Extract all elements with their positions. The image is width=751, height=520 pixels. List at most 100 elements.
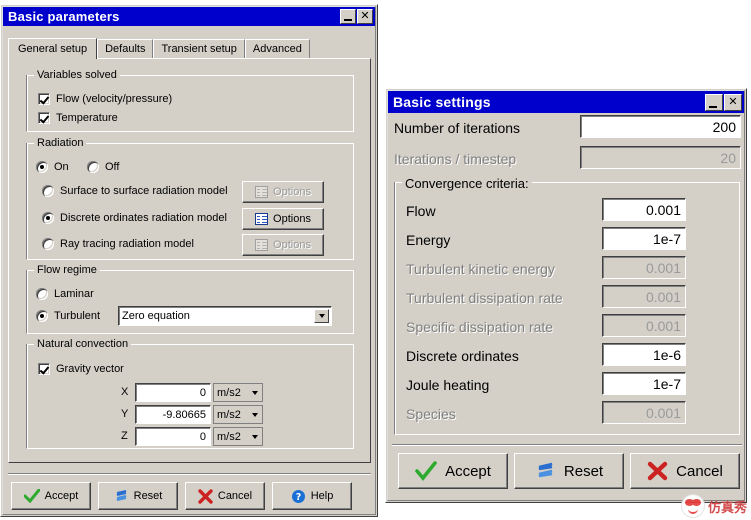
gravity-z-axis-label: Z xyxy=(121,430,128,442)
options-list-icon xyxy=(255,239,269,251)
checkbox-flow-box[interactable] xyxy=(38,93,50,105)
convergence-energy-value: 1e-7 xyxy=(652,230,681,247)
tab-defaults[interactable]: Defaults xyxy=(97,39,154,58)
iterations-per-timestep-label: Iterations / timestep xyxy=(394,151,517,167)
options-list-icon xyxy=(255,186,269,198)
accept-button[interactable]: Accept xyxy=(398,453,508,489)
turbulence-model-combobox[interactable]: Zero equation xyxy=(118,306,332,326)
window-controls: ✕ xyxy=(340,9,375,24)
number-of-iterations-input[interactable]: 200 xyxy=(580,115,741,138)
help-button[interactable]: ? Help xyxy=(272,482,352,510)
radio-radiation-on[interactable]: On xyxy=(36,161,69,173)
radio-laminar-dot[interactable] xyxy=(36,288,48,300)
radio-discrete-ordinates-model[interactable]: Discrete ordinates radiation model xyxy=(42,212,227,224)
radio-radiation-off[interactable]: Off xyxy=(87,161,119,173)
convergence-discrete-ordinates-label: Discrete ordinates xyxy=(406,348,519,364)
radio-ray-tracing-label: Ray tracing radiation model xyxy=(60,238,194,250)
radio-laminar[interactable]: Laminar xyxy=(36,288,94,300)
radio-surface-to-surface-model[interactable]: Surface to surface radiation model xyxy=(42,185,228,197)
checkbox-gravity-vector-label: Gravity vector xyxy=(56,363,124,375)
radio-turbulent[interactable]: Turbulent xyxy=(36,310,100,322)
minimize-icon xyxy=(344,19,352,21)
convergence-flow-input[interactable]: 0.001 xyxy=(602,198,686,221)
radio-radiation-off-dot[interactable] xyxy=(87,161,99,173)
number-of-iterations-value: 200 xyxy=(712,118,736,135)
tabstrip: General setup Defaults Transient setup A… xyxy=(8,38,310,59)
chevron-down-icon[interactable] xyxy=(249,386,261,399)
minimize-button[interactable] xyxy=(340,9,356,24)
radio-turbulent-dot[interactable] xyxy=(36,310,48,322)
chevron-down-icon[interactable] xyxy=(314,309,329,323)
radio-discrete-ordinates-label: Discrete ordinates radiation model xyxy=(60,212,227,224)
group-radiation-title: Radiation xyxy=(34,137,87,149)
convergence-specific-dissipation-rate-input: 0.001 xyxy=(602,314,686,337)
gravity-z-unit: m/s2 xyxy=(217,430,241,443)
convergence-energy-input[interactable]: 1e-7 xyxy=(602,227,686,250)
reset-button[interactable]: Reset xyxy=(514,453,624,489)
convergence-species-label: Species xyxy=(406,406,456,422)
checkbox-gravity-vector[interactable]: Gravity vector xyxy=(38,363,124,375)
close-button[interactable]: ✕ xyxy=(357,9,373,24)
cancel-button[interactable]: Cancel xyxy=(630,453,740,489)
options-list-icon xyxy=(255,213,269,225)
turbulence-model-value: Zero equation xyxy=(122,310,190,322)
gravity-x-input[interactable]: 0 xyxy=(135,383,211,402)
checkbox-flow[interactable]: Flow (velocity/pressure) xyxy=(38,93,172,105)
convergence-turbulent-dissipation-rate-input: 0.001 xyxy=(602,285,686,308)
group-variables-solved-title: Variables solved xyxy=(34,69,120,81)
blue-refresh-icon xyxy=(116,489,127,501)
gravity-x-unit-combobox[interactable]: m/s2 xyxy=(213,383,263,402)
basic-parameters-titlebar[interactable]: Basic parameters ✕ xyxy=(3,7,375,26)
gravity-x-value: 0 xyxy=(199,386,206,399)
convergence-flow-label: Flow xyxy=(406,203,436,219)
radio-ray-tracing-model[interactable]: Ray tracing radiation model xyxy=(42,238,194,250)
chevron-down-icon[interactable] xyxy=(249,408,261,421)
red-x-icon xyxy=(647,461,668,481)
convergence-turbulent-dissipation-rate-value: 0.001 xyxy=(645,288,681,305)
cancel-button[interactable]: Cancel xyxy=(185,482,265,510)
radio-ray-tracing-dot[interactable] xyxy=(42,238,54,250)
cancel-button-label: Cancel xyxy=(676,462,723,480)
tab-advanced[interactable]: Advanced xyxy=(244,39,310,58)
tab-general-setup[interactable]: General setup xyxy=(8,38,98,59)
surface-to-surface-options-button[interactable]: Options xyxy=(242,181,324,203)
radio-radiation-on-label: On xyxy=(54,161,69,173)
convergence-turbulent-kinetic-energy-label: Turbulent kinetic energy xyxy=(406,261,555,277)
radio-radiation-on-dot[interactable] xyxy=(36,161,48,173)
convergence-joule-heating-label: Joule heating xyxy=(406,377,490,393)
gravity-y-axis-label: Y xyxy=(121,408,129,420)
wechat-official-account-icon xyxy=(680,494,705,518)
gravity-y-input[interactable]: -9.80665 xyxy=(135,405,211,424)
convergence-discrete-ordinates-value: 1e-6 xyxy=(652,346,681,363)
radio-discrete-ordinates-dot[interactable] xyxy=(42,212,54,224)
close-button[interactable]: ✕ xyxy=(724,93,742,111)
minimize-button[interactable] xyxy=(705,93,723,111)
checkbox-temperature[interactable]: Temperature xyxy=(38,112,118,124)
gravity-y-unit: m/s2 xyxy=(217,408,241,421)
discrete-ordinates-options-label: Options xyxy=(273,213,311,225)
gravity-z-input[interactable]: 0 xyxy=(135,427,211,446)
radio-radiation-off-label: Off xyxy=(105,161,120,173)
gravity-z-unit-combobox[interactable]: m/s2 xyxy=(213,427,263,446)
gravity-y-unit-combobox[interactable]: m/s2 xyxy=(213,405,263,424)
iterations-per-timestep-value: 20 xyxy=(720,149,736,166)
number-of-iterations-label: Number of iterations xyxy=(394,120,521,136)
checkbox-temperature-box[interactable] xyxy=(38,112,50,124)
button-bar-separator-highlight xyxy=(392,445,742,446)
basic-settings-titlebar[interactable]: Basic settings ✕ xyxy=(388,91,744,113)
svg-text:?: ? xyxy=(295,492,301,503)
discrete-ordinates-options-button[interactable]: Options xyxy=(242,208,324,230)
radio-surface-to-surface-dot[interactable] xyxy=(42,185,54,197)
reset-button-label: Reset xyxy=(133,490,163,502)
ray-tracing-options-button[interactable]: Options xyxy=(242,234,324,256)
convergence-flow-value: 0.001 xyxy=(645,201,681,218)
checkbox-gravity-vector-box[interactable] xyxy=(38,363,50,375)
convergence-discrete-ordinates-input[interactable]: 1e-6 xyxy=(602,343,686,366)
convergence-joule-heating-input[interactable]: 1e-7 xyxy=(602,372,686,395)
convergence-turbulent-kinetic-energy-input: 0.001 xyxy=(602,256,686,279)
reset-button[interactable]: Reset xyxy=(98,482,178,510)
iterations-per-timestep-input: 20 xyxy=(580,146,741,169)
chevron-down-icon[interactable] xyxy=(249,430,261,443)
tab-transient-setup[interactable]: Transient setup xyxy=(153,39,245,58)
accept-button[interactable]: Accept xyxy=(11,482,91,510)
